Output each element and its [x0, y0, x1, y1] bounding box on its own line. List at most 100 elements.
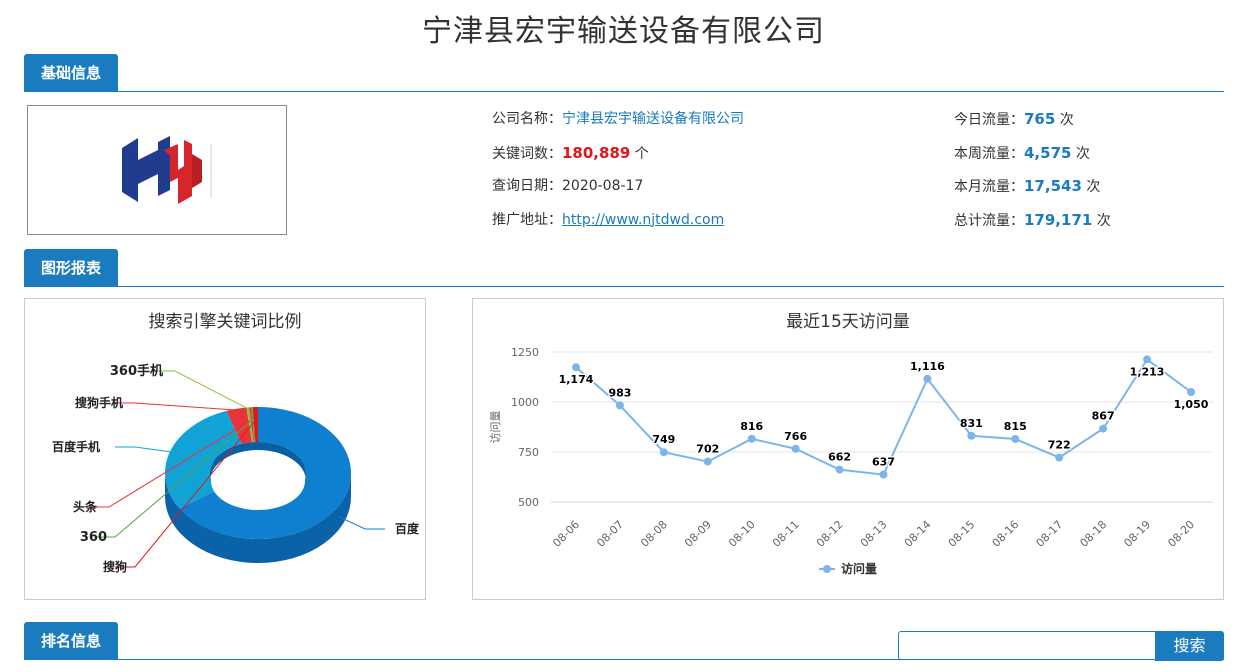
y-axis-label: 访问量 [489, 411, 502, 444]
pie-chart-panel: 搜索引擎关键词比例 百度 百度手机 搜狗手机 360手机 头条 360 搜狗 [24, 298, 426, 600]
search-button[interactable]: 搜索 [1155, 631, 1224, 661]
pie-leader-3 [155, 370, 249, 410]
pie-label-0: 百度 [395, 521, 420, 536]
keywords-value: 180,889 [562, 143, 631, 162]
data-label-7: 637 [872, 456, 895, 469]
data-label-9: 831 [960, 417, 983, 430]
y-tick-label-0: 500 [518, 496, 539, 509]
x-tick-label-0: 08-06 [550, 518, 582, 550]
section-header-charts: 图形报表 [24, 249, 1224, 287]
data-point-13[interactable] [1143, 355, 1152, 364]
keywords-unit: 个 [634, 145, 649, 162]
data-label-11: 722 [1048, 439, 1071, 452]
pie-hole [211, 452, 305, 510]
x-tick-label-5: 08-11 [770, 518, 802, 550]
section-tab-ranking[interactable]: 排名信息 [24, 622, 118, 660]
pie-chart: 百度 百度手机 搜狗手机 360手机头条 360 搜狗 [52, 363, 420, 574]
data-point-11[interactable] [1055, 453, 1064, 462]
data-label-6: 662 [828, 451, 851, 464]
info-column-left: 公司名称：宁津县宏宇输送设备有限公司 关键词数：180,889 个 查询日期：2… [492, 105, 744, 239]
legend-marker [823, 565, 831, 573]
page-title: 宁津县宏宇输送设备有限公司 [422, 14, 825, 49]
today-traffic-label: 今日流量： [954, 112, 1024, 128]
data-label-13: 1,213 [1130, 365, 1165, 378]
company-name: 宁津县宏宇输送设备有限公司 [562, 111, 744, 127]
data-label-0: 1,174 [559, 373, 594, 386]
data-point-1[interactable] [615, 401, 624, 410]
month-traffic-value: 17,543 [1024, 177, 1082, 195]
x-tick-label-11: 08-17 [1034, 518, 1066, 550]
pie-leader-2 [115, 402, 237, 411]
x-tick-label-3: 08-09 [682, 518, 714, 550]
pie-leader-1 [115, 446, 172, 453]
data-point-9[interactable] [967, 431, 976, 440]
data-label-5: 766 [784, 430, 807, 443]
data-label-10: 815 [1004, 420, 1027, 433]
line-chart: 500 750 1000 1250 访问量 1,174 08-06 983 08-07 749 08… [489, 346, 1213, 576]
section-tab-charts[interactable]: 图形报表 [24, 249, 118, 287]
data-label-3: 702 [696, 443, 719, 456]
x-tick-label-13: 08-19 [1121, 518, 1153, 550]
x-tick-label-12: 08-18 [1077, 518, 1109, 550]
info-column-right: 今日流量：765 次 本周流量：4,575 次 本月流量：17,543 次 总计… [954, 105, 1111, 239]
x-tick-label-10: 08-16 [990, 518, 1022, 550]
today-traffic-unit: 次 [1059, 112, 1074, 128]
query-date-value: 2020-08-17 [562, 178, 644, 194]
data-point-3[interactable] [703, 457, 712, 466]
data-point-2[interactable] [659, 448, 668, 457]
data-point-7[interactable] [879, 470, 888, 479]
total-traffic-unit: 次 [1096, 212, 1111, 229]
data-point-10[interactable] [1011, 435, 1020, 443]
data-label-1: 983 [608, 386, 631, 399]
pie-label-6: 搜狗 [103, 559, 127, 574]
pie-label-3: 360手机 [110, 363, 163, 379]
line-chart-panel: 最近15天访问量 500 750 1000 1250 访问量 1,174 08-06 983 0… [472, 298, 1224, 600]
x-tick-label-8: 08-14 [902, 518, 934, 550]
data-point-0[interactable] [572, 363, 580, 372]
y-tick-label-1: 750 [518, 446, 539, 459]
promo-label: 推广地址： [492, 211, 562, 228]
data-point-8[interactable] [923, 374, 932, 383]
x-tick-label-9: 08-15 [946, 518, 978, 550]
x-tick-label-1: 08-07 [594, 518, 626, 550]
week-traffic-value: 4,575 [1024, 143, 1072, 162]
company-label: 公司名称： [492, 111, 562, 127]
data-point-6[interactable] [835, 465, 844, 474]
data-label-2: 749 [652, 433, 675, 446]
section-header-basic: 基础信息 [24, 54, 1224, 92]
company-logo [27, 105, 287, 235]
logo-icon [122, 136, 212, 204]
y-tick-label-2: 1000 [511, 396, 539, 409]
y-tick-label-3: 1250 [511, 346, 539, 359]
pie-label-4: 头条 [73, 499, 98, 514]
data-label-14: 1,050 [1174, 398, 1209, 411]
search-input[interactable] [898, 631, 1156, 660]
week-traffic-unit: 次 [1075, 145, 1090, 162]
today-traffic-value: 765 [1024, 110, 1056, 128]
section-tab-basic[interactable]: 基础信息 [24, 54, 118, 92]
data-label-12: 867 [1092, 410, 1115, 423]
keywords-label: 关键词数： [492, 145, 562, 162]
data-label-4: 816 [740, 420, 763, 433]
legend-label[interactable]: 访问量 [841, 561, 877, 576]
pie-label-5: 360 [80, 530, 107, 545]
data-label-8: 1,116 [910, 360, 945, 373]
pie-label-2: 搜狗手机 [75, 395, 123, 410]
data-point-5[interactable] [791, 444, 800, 453]
x-tick-label-2: 08-08 [638, 518, 670, 550]
total-traffic-value: 179,171 [1024, 210, 1093, 229]
x-tick-label-6: 08-12 [814, 518, 846, 550]
data-point-12[interactable] [1099, 424, 1108, 433]
pie-label-1: 百度手机 [52, 439, 100, 454]
week-traffic-label: 本周流量： [954, 145, 1024, 162]
data-point-14[interactable] [1187, 388, 1195, 396]
query-date-label: 查询日期： [492, 178, 562, 194]
month-traffic-unit: 次 [1086, 179, 1101, 195]
data-point-4[interactable] [747, 434, 756, 443]
total-traffic-label: 总计流量： [954, 212, 1024, 229]
x-tick-label-7: 08-13 [858, 518, 890, 550]
x-tick-label-4: 08-10 [726, 518, 758, 550]
month-traffic-label: 本月流量： [954, 179, 1024, 195]
promo-url-link[interactable]: http://www.njtdwd.com [562, 212, 724, 228]
x-tick-label-14: 08-20 [1165, 518, 1197, 550]
